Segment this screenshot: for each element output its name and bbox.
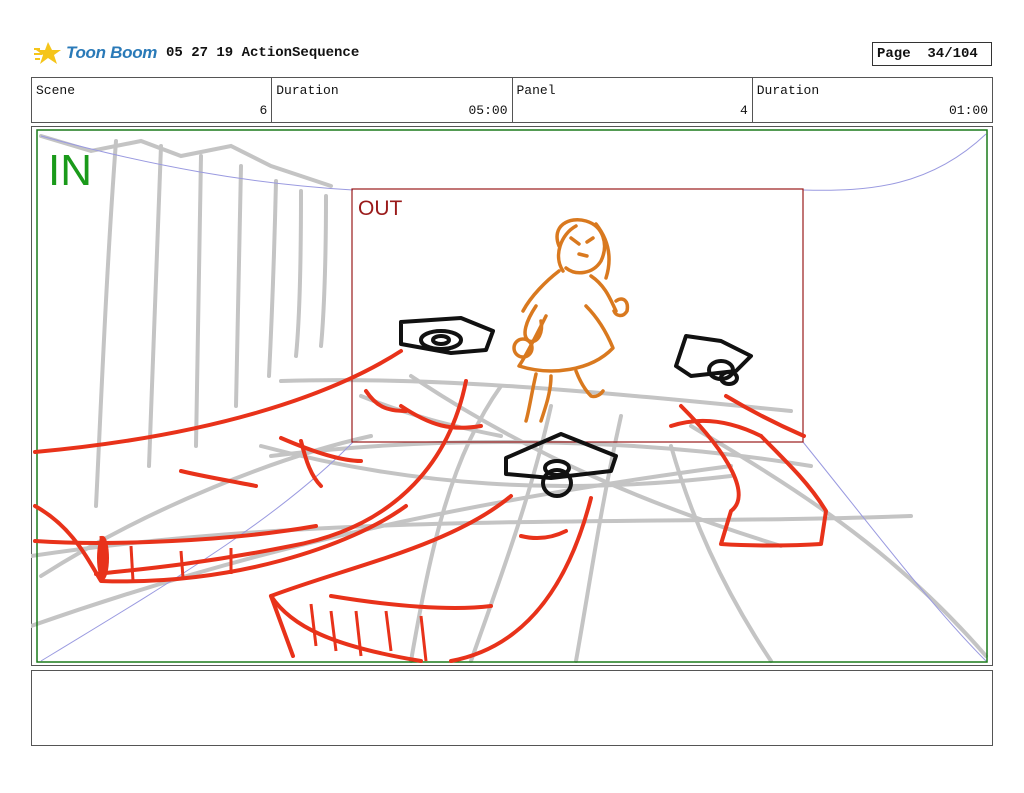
red-action-sketch: [33, 349, 828, 663]
in-frame-label: IN: [48, 146, 92, 195]
logo-text: Toon Boom: [66, 43, 158, 62]
in-frame: [36, 129, 988, 663]
panel-info-row: Scene 6 Duration 05:00 Panel 4 Duration …: [31, 77, 993, 123]
background-perspective-lines: [31, 134, 988, 663]
red-blot: [97, 536, 109, 580]
storyboard-sketch: [31, 129, 988, 663]
sequence-title: 05 27 19 ActionSequence: [166, 45, 360, 61]
scene-duration-label: Duration: [276, 83, 339, 98]
panel-value: 4: [739, 103, 748, 118]
panel-notes-box[interactable]: [31, 670, 993, 746]
panel-duration-value: 01:00: [948, 103, 988, 118]
panel-label: Panel: [516, 83, 556, 98]
page-counter: Page 34/104: [872, 42, 992, 66]
panel-cell: Panel 4: [513, 78, 753, 122]
scene-duration-cell: Duration 05:00: [272, 78, 513, 122]
scene-duration-value: 05:00: [468, 103, 508, 118]
panel-duration-cell: Duration 01:00: [753, 78, 992, 122]
scene-value: 6: [259, 103, 268, 118]
scene-cell: Scene 6: [32, 78, 273, 122]
panel-duration-label: Duration: [756, 83, 820, 98]
out-frame-label: OUT: [358, 197, 403, 220]
scene-label: Scene: [36, 83, 76, 98]
camera-move-guides: [40, 133, 987, 662]
